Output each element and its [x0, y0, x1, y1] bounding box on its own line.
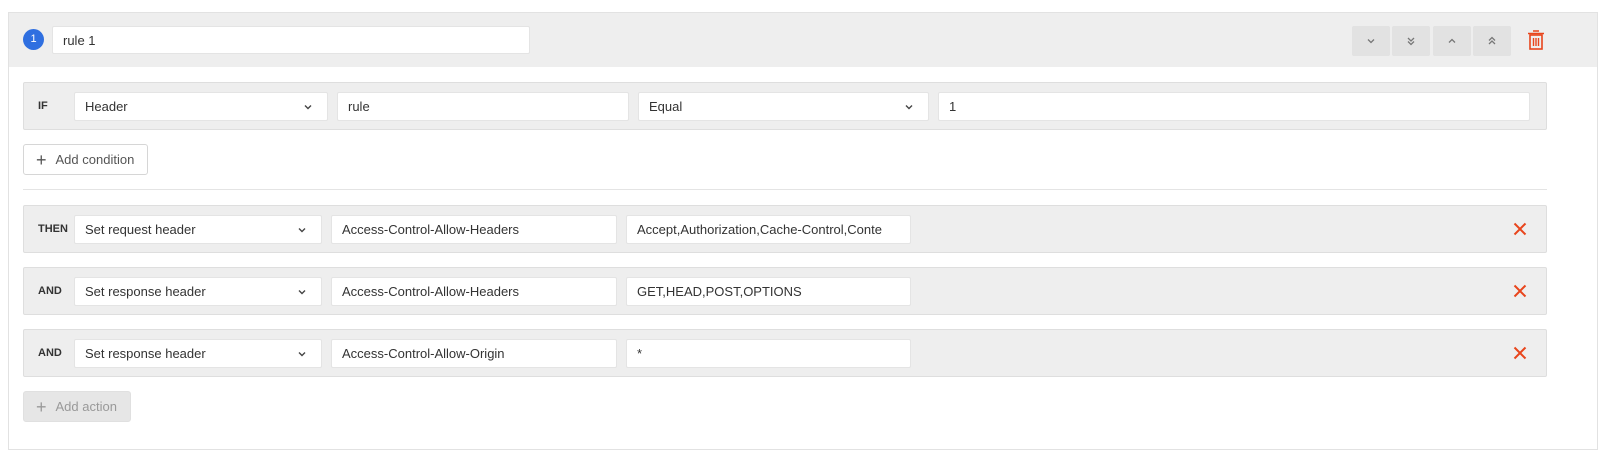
action-row: AND Set response header — [23, 329, 1547, 377]
double-chevron-down-icon — [1407, 37, 1415, 46]
action-type-select[interactable]: Set request header — [74, 215, 322, 244]
action-name-input[interactable] — [331, 215, 617, 244]
action-type-select[interactable]: Set response header — [74, 339, 322, 368]
condition-operator-value: Equal — [649, 99, 683, 114]
action-type-select[interactable]: Set response header — [74, 277, 322, 306]
action-label: THEN — [38, 223, 68, 235]
action-row: AND Set response header — [23, 267, 1547, 315]
plus-icon: + — [36, 149, 47, 170]
condition-value-input[interactable] — [938, 92, 1530, 121]
action-value-input[interactable] — [626, 339, 911, 368]
action-label: AND — [38, 285, 62, 297]
action-name-input[interactable] — [331, 277, 617, 306]
action-type-value: Set response header — [85, 346, 206, 361]
chevron-down-icon — [905, 105, 913, 110]
action-row: THEN Set request header — [23, 205, 1547, 253]
section-divider — [23, 189, 1547, 190]
close-icon — [1513, 284, 1527, 298]
trash-icon — [1528, 30, 1544, 50]
remove-action-button[interactable] — [1510, 281, 1530, 301]
chevron-down-icon — [298, 290, 306, 295]
remove-action-button[interactable] — [1510, 219, 1530, 239]
move-down-button[interactable] — [1352, 26, 1390, 56]
plus-icon: + — [36, 396, 47, 417]
action-value-input[interactable] — [626, 215, 911, 244]
move-bottom-button[interactable] — [1392, 26, 1430, 56]
action-value-input[interactable] — [626, 277, 911, 306]
double-chevron-up-icon — [1488, 36, 1496, 45]
close-icon — [1513, 222, 1527, 236]
chevron-up-icon — [1448, 38, 1456, 43]
add-condition-label: Add condition — [55, 152, 135, 167]
move-up-button[interactable] — [1433, 26, 1471, 56]
action-type-value: Set request header — [85, 222, 196, 237]
action-type-value: Set response header — [85, 284, 206, 299]
chevron-down-icon — [1367, 39, 1375, 44]
close-icon — [1513, 346, 1527, 360]
chevron-down-icon — [298, 228, 306, 233]
condition-type-value: Header — [85, 99, 128, 114]
rule-card: 1 IF Header Equal — [8, 12, 1598, 450]
delete-rule-button[interactable] — [1525, 27, 1547, 53]
condition-operator-select[interactable]: Equal — [638, 92, 929, 121]
move-top-button[interactable] — [1473, 26, 1511, 56]
rule-header: 1 — [9, 13, 1597, 67]
condition-type-select[interactable]: Header — [74, 92, 328, 121]
rule-name-input[interactable] — [52, 26, 530, 54]
add-condition-button[interactable]: + Add condition — [23, 144, 149, 175]
add-action-label: Add action — [55, 399, 117, 414]
action-name-input[interactable] — [331, 339, 617, 368]
remove-action-button[interactable] — [1510, 343, 1530, 363]
chevron-down-icon — [304, 105, 312, 110]
condition-row: IF Header Equal — [23, 82, 1547, 130]
action-label: AND — [38, 347, 62, 359]
condition-label: IF — [38, 100, 48, 112]
add-action-button[interactable]: + Add action — [23, 391, 131, 422]
condition-name-input[interactable] — [337, 92, 629, 121]
chevron-down-icon — [298, 352, 306, 357]
rule-number-badge: 1 — [23, 29, 44, 50]
